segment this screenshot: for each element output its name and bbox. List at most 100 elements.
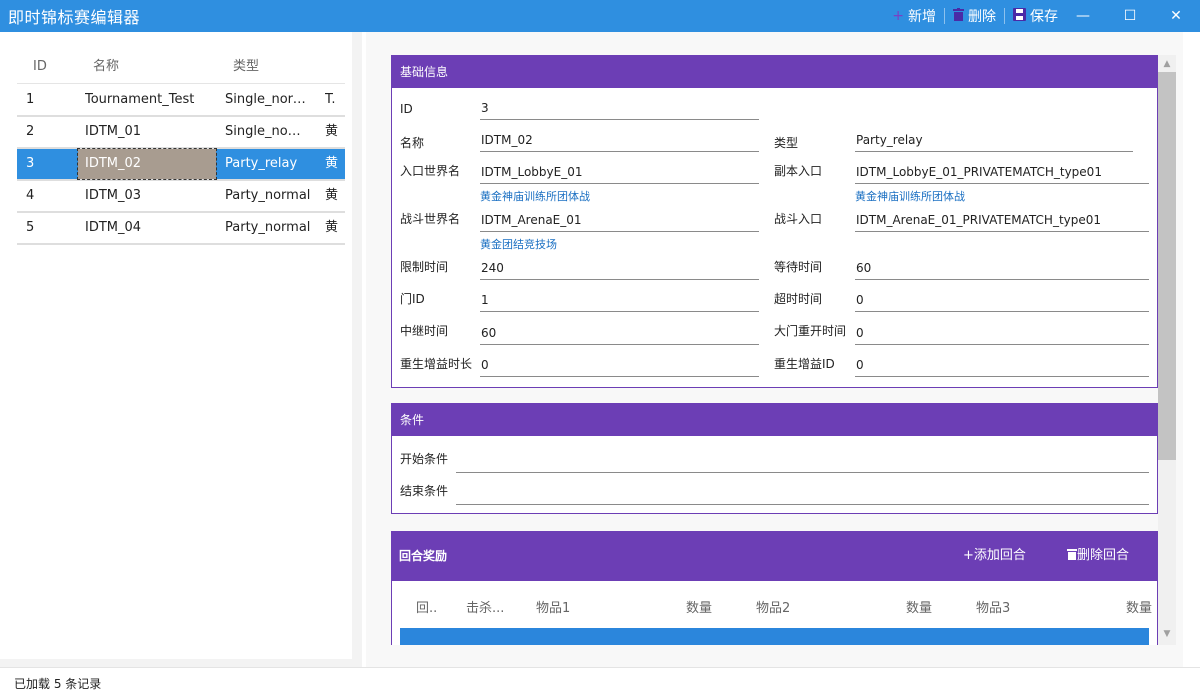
toolbar: + 新增 删除 保存 (888, 0, 1062, 32)
maximize-icon: ☐ (1123, 8, 1137, 24)
row-name: IDTM_01 (85, 124, 142, 139)
list-row[interactable]: 4 IDTM_03 Party_normal 黄 (17, 181, 345, 213)
list-row[interactable]: 2 IDTM_01 Single_normal 黄 (17, 117, 345, 149)
add-round-label: 添加回合 (973, 548, 1026, 563)
list-row[interactable]: 5 IDTM_04 Party_normal 黄 (17, 213, 345, 245)
battle-entry-field[interactable]: IDTM_ArenaE_01_PRIVATEMATCH_type01 (855, 208, 1149, 232)
dungeon-entry-label: 副本入口 (774, 164, 823, 178)
time-limit-label: 限制时间 (400, 260, 449, 274)
scroll-up-arrow-icon[interactable]: ▲ (1158, 56, 1176, 72)
dungeon-entry-field[interactable]: IDTM_LobbyE_01_PRIVATEMATCH_type01 (855, 160, 1149, 184)
entry-world-field[interactable]: IDTM_LobbyE_01 (480, 160, 759, 184)
column-header[interactable]: 击杀... (466, 597, 504, 616)
respawn-buff-id-field[interactable]: 0 (855, 353, 1149, 377)
row-id: 1 (26, 92, 35, 107)
battle-entry-label: 战斗入口 (774, 212, 823, 226)
row-name: IDTM_04 (85, 220, 142, 235)
scroll-down-arrow-icon[interactable]: ▼ (1158, 626, 1176, 642)
minimize-icon: — (1076, 8, 1090, 24)
timeout-label: 超时时间 (774, 292, 823, 306)
basic-info-header: 基础信息 (392, 56, 1157, 88)
column-header[interactable]: 数量 (686, 597, 712, 616)
start-condition-label: 开始条件 (400, 452, 449, 466)
row-type: Single_normal (225, 92, 315, 107)
relay-time-label: 中继时间 (400, 324, 449, 338)
row-extra: 黄 (325, 188, 339, 203)
plus-icon: + (963, 548, 974, 563)
row-name[interactable]: IDTM_02 (77, 148, 217, 180)
gate-id-label: 门ID (400, 292, 425, 306)
column-header[interactable]: 数量 (1126, 597, 1152, 616)
conditions-header: 条件 (392, 404, 1157, 436)
row-type: Single_normal (225, 124, 305, 139)
respawn-buff-duration-field[interactable]: 0 (480, 353, 759, 377)
timeout-field[interactable]: 0 (855, 288, 1149, 312)
id-field[interactable]: 3 (480, 96, 759, 120)
end-condition-field[interactable] (456, 481, 1149, 505)
save-button[interactable]: 保存 (1009, 0, 1062, 32)
column-header-id[interactable]: ID (33, 50, 47, 84)
floppy-disk-icon (1013, 7, 1026, 25)
row-id: 4 (26, 188, 35, 203)
wait-time-label: 等待时间 (774, 260, 823, 274)
dungeon-entry-hint: 黄金神庙训练所团体战 (855, 190, 965, 203)
column-header[interactable]: 物品3 (976, 597, 1010, 616)
plus-icon: + (892, 8, 904, 24)
toolbar-divider (1004, 8, 1005, 24)
status-bar: 已加载 5 条记录 (0, 667, 1200, 700)
name-label: 名称 (400, 136, 425, 150)
list-row[interactable]: 1 Tournament_Test Single_normal T. (17, 85, 345, 117)
window-title: 即时锦标赛编辑器 (8, 8, 141, 27)
trash-icon (953, 7, 964, 25)
entry-world-hint: 黄金神庙训练所团体战 (480, 190, 590, 203)
gate-reopen-field[interactable]: 0 (855, 321, 1149, 345)
delete-round-label: 删除回合 (1077, 548, 1130, 563)
add-round-button[interactable]: +添加回合 (963, 531, 1026, 581)
column-header-type[interactable]: 类型 (233, 50, 259, 84)
add-button-label: 新增 (908, 9, 936, 25)
toolbar-divider (944, 8, 945, 24)
list-row-selected[interactable]: 3 IDTM_02 Party_relay 黄 (17, 148, 345, 181)
column-header-name[interactable]: 名称 (93, 50, 119, 84)
respawn-buff-id-label: 重生增益ID (774, 357, 835, 371)
gate-id-field[interactable]: 1 (480, 288, 759, 312)
save-button-label: 保存 (1030, 9, 1058, 25)
title-bar: 即时锦标赛编辑器 + 新增 删除 保存 — ☐ ✕ (0, 0, 1200, 32)
type-field[interactable]: Party_relay (855, 128, 1133, 152)
row-extra: 黄 (325, 124, 339, 139)
column-header[interactable]: 物品1 (536, 597, 570, 616)
delete-round-button[interactable]: 删除回合 (1067, 531, 1129, 581)
respawn-buff-duration-label: 重生增益时长 (400, 357, 473, 371)
add-button[interactable]: + 新增 (888, 0, 940, 32)
id-label: ID (400, 102, 413, 116)
round-rewards-title: 回合奖励 (399, 549, 448, 563)
scrollbar-thumb[interactable] (1158, 72, 1176, 460)
relay-time-field[interactable]: 60 (480, 321, 759, 345)
start-condition-field[interactable] (456, 449, 1149, 473)
entry-world-label: 入口世界名 (400, 164, 461, 178)
close-button[interactable]: ✕ (1153, 0, 1199, 32)
type-label: 类型 (774, 136, 799, 150)
column-header[interactable]: 回.. (416, 597, 437, 616)
wait-time-field[interactable]: 60 (855, 256, 1149, 280)
delete-button[interactable]: 删除 (949, 0, 1000, 32)
list-header: ID 名称 类型 (17, 50, 345, 84)
minimize-button[interactable]: — (1060, 0, 1106, 32)
battle-world-field[interactable]: IDTM_ArenaE_01 (480, 208, 759, 232)
close-icon: ✕ (1170, 8, 1182, 24)
column-header[interactable]: 数量 (906, 597, 932, 616)
table-row-selected[interactable] (400, 628, 1149, 645)
row-extra: 黄 (325, 220, 339, 235)
row-type: Party_normal (225, 220, 311, 235)
battle-world-hint: 黄金团结竞技场 (480, 238, 557, 251)
column-header[interactable]: 物品2 (756, 597, 790, 616)
time-limit-field[interactable]: 240 (480, 256, 759, 280)
delete-button-label: 删除 (968, 9, 996, 25)
row-type: Party_normal (225, 188, 311, 203)
row-extra: 黄 (325, 156, 339, 171)
end-condition-label: 结束条件 (400, 484, 449, 498)
maximize-button[interactable]: ☐ (1107, 0, 1153, 32)
name-field[interactable]: IDTM_02 (480, 128, 759, 152)
row-id: 5 (26, 220, 35, 235)
status-text: 已加载 5 条记录 (14, 677, 102, 691)
